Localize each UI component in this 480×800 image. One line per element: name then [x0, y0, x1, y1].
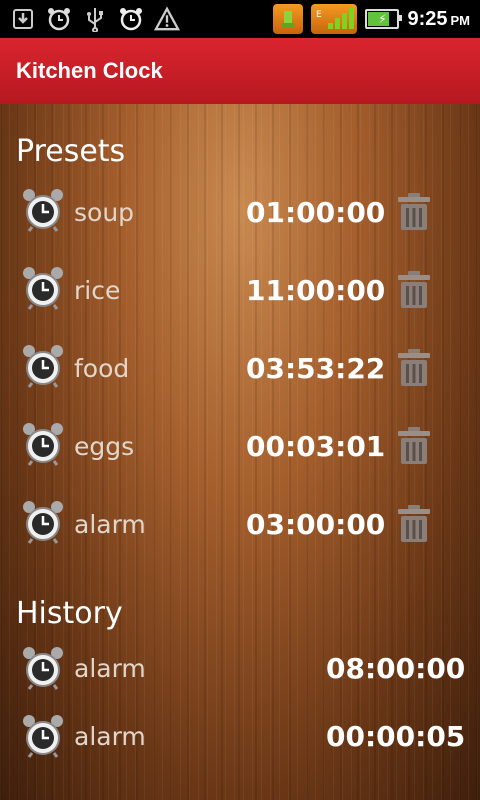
battery-icon: ⚡ — [365, 9, 403, 29]
alarm-clock-icon — [46, 6, 72, 32]
preset-row[interactable]: eggs 00:03:01 — [0, 418, 480, 478]
history-row[interactable]: alarm 00:00:05 — [0, 710, 480, 770]
usb-debug-icon — [273, 4, 304, 34]
trash-icon[interactable] — [396, 270, 432, 310]
preset-time: 03:00:00 — [246, 508, 386, 541]
alarm-clock-icon — [22, 422, 64, 466]
preset-name: eggs — [74, 432, 135, 461]
alarm-clock-icon — [22, 188, 64, 232]
title-bar: Kitchen Clock — [0, 38, 480, 104]
presets-heading: Presets — [16, 134, 126, 169]
alarm-clock-icon — [118, 6, 144, 32]
history-name: alarm — [74, 722, 146, 751]
alarm-clock-icon — [22, 344, 64, 388]
history-name: alarm — [74, 654, 146, 683]
svg-text:E: E — [316, 10, 322, 20]
usb-icon — [82, 6, 108, 32]
trash-icon[interactable] — [396, 348, 432, 388]
main-content: Presets soup 01:00:00 rice 11:00:00 food… — [0, 104, 480, 800]
trash-icon[interactable] — [396, 504, 432, 544]
preset-name: alarm — [74, 510, 146, 539]
history-row[interactable]: alarm 08:00:00 — [0, 642, 480, 702]
preset-name: food — [74, 354, 130, 383]
alarm-clock-icon — [22, 714, 64, 758]
signal-icon: E — [311, 4, 358, 34]
preset-row[interactable]: rice 11:00:00 — [0, 262, 480, 322]
alarm-clock-icon — [22, 500, 64, 544]
alarm-clock-icon — [22, 266, 64, 310]
preset-time: 01:00:00 — [246, 196, 386, 229]
preset-row[interactable]: food 03:53:22 — [0, 340, 480, 400]
history-time: 08:00:00 — [326, 652, 466, 685]
preset-time: 11:00:00 — [246, 274, 386, 307]
history-heading: History — [16, 596, 123, 631]
preset-time: 03:53:22 — [246, 352, 386, 385]
preset-name: rice — [74, 276, 121, 305]
preset-name: soup — [74, 198, 135, 227]
download-icon — [10, 6, 36, 32]
clock-time: 9:25 PM — [407, 7, 470, 30]
trash-icon[interactable] — [396, 426, 432, 466]
status-bar: E ⚡ 9:25 PM — [0, 0, 480, 38]
app-title: Kitchen Clock — [16, 58, 163, 83]
alarm-clock-icon — [22, 646, 64, 690]
history-time: 00:00:05 — [326, 720, 466, 753]
trash-icon[interactable] — [396, 192, 432, 232]
preset-row[interactable]: soup 01:00:00 — [0, 184, 480, 244]
preset-row[interactable]: alarm 03:00:00 — [0, 496, 480, 556]
warning-icon — [154, 6, 180, 32]
preset-time: 00:03:01 — [246, 430, 386, 463]
